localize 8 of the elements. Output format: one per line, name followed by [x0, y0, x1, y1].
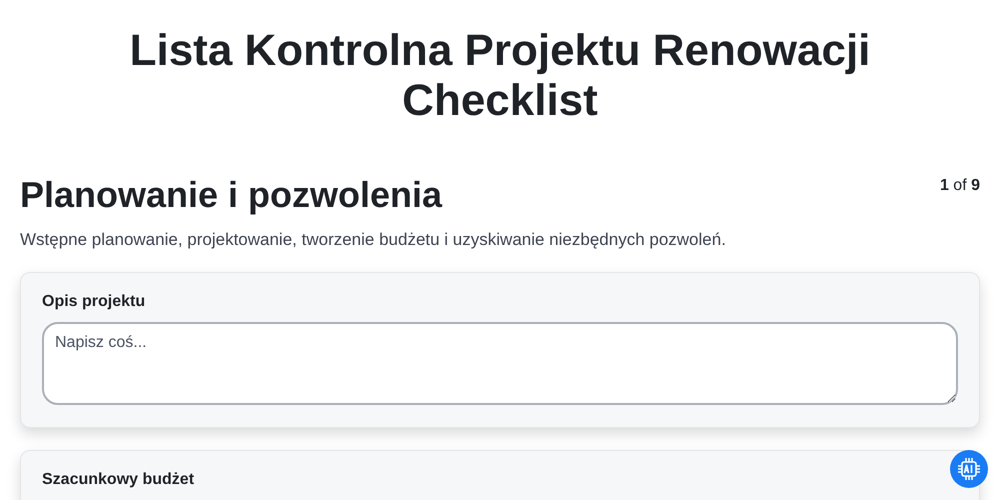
field-label: Szacunkowy budżet	[42, 471, 196, 489]
field-label: Opis projektu	[42, 293, 146, 311]
page-title: Lista Kontrolna Projektu Renowacji Checklist	[128, 26, 872, 126]
section-description: Wstępne planowanie, projektowanie, tworzenie budżetu i uzyskiwanie niezbędnych pozwoleń.	[20, 230, 727, 250]
text-area[interactable]: Napisz coś...	[42, 322, 958, 405]
step-counter: 1 of 9	[940, 177, 980, 195]
section-heading: Planowanie i pozwolenia	[20, 174, 442, 216]
chip-icon	[956, 456, 982, 482]
